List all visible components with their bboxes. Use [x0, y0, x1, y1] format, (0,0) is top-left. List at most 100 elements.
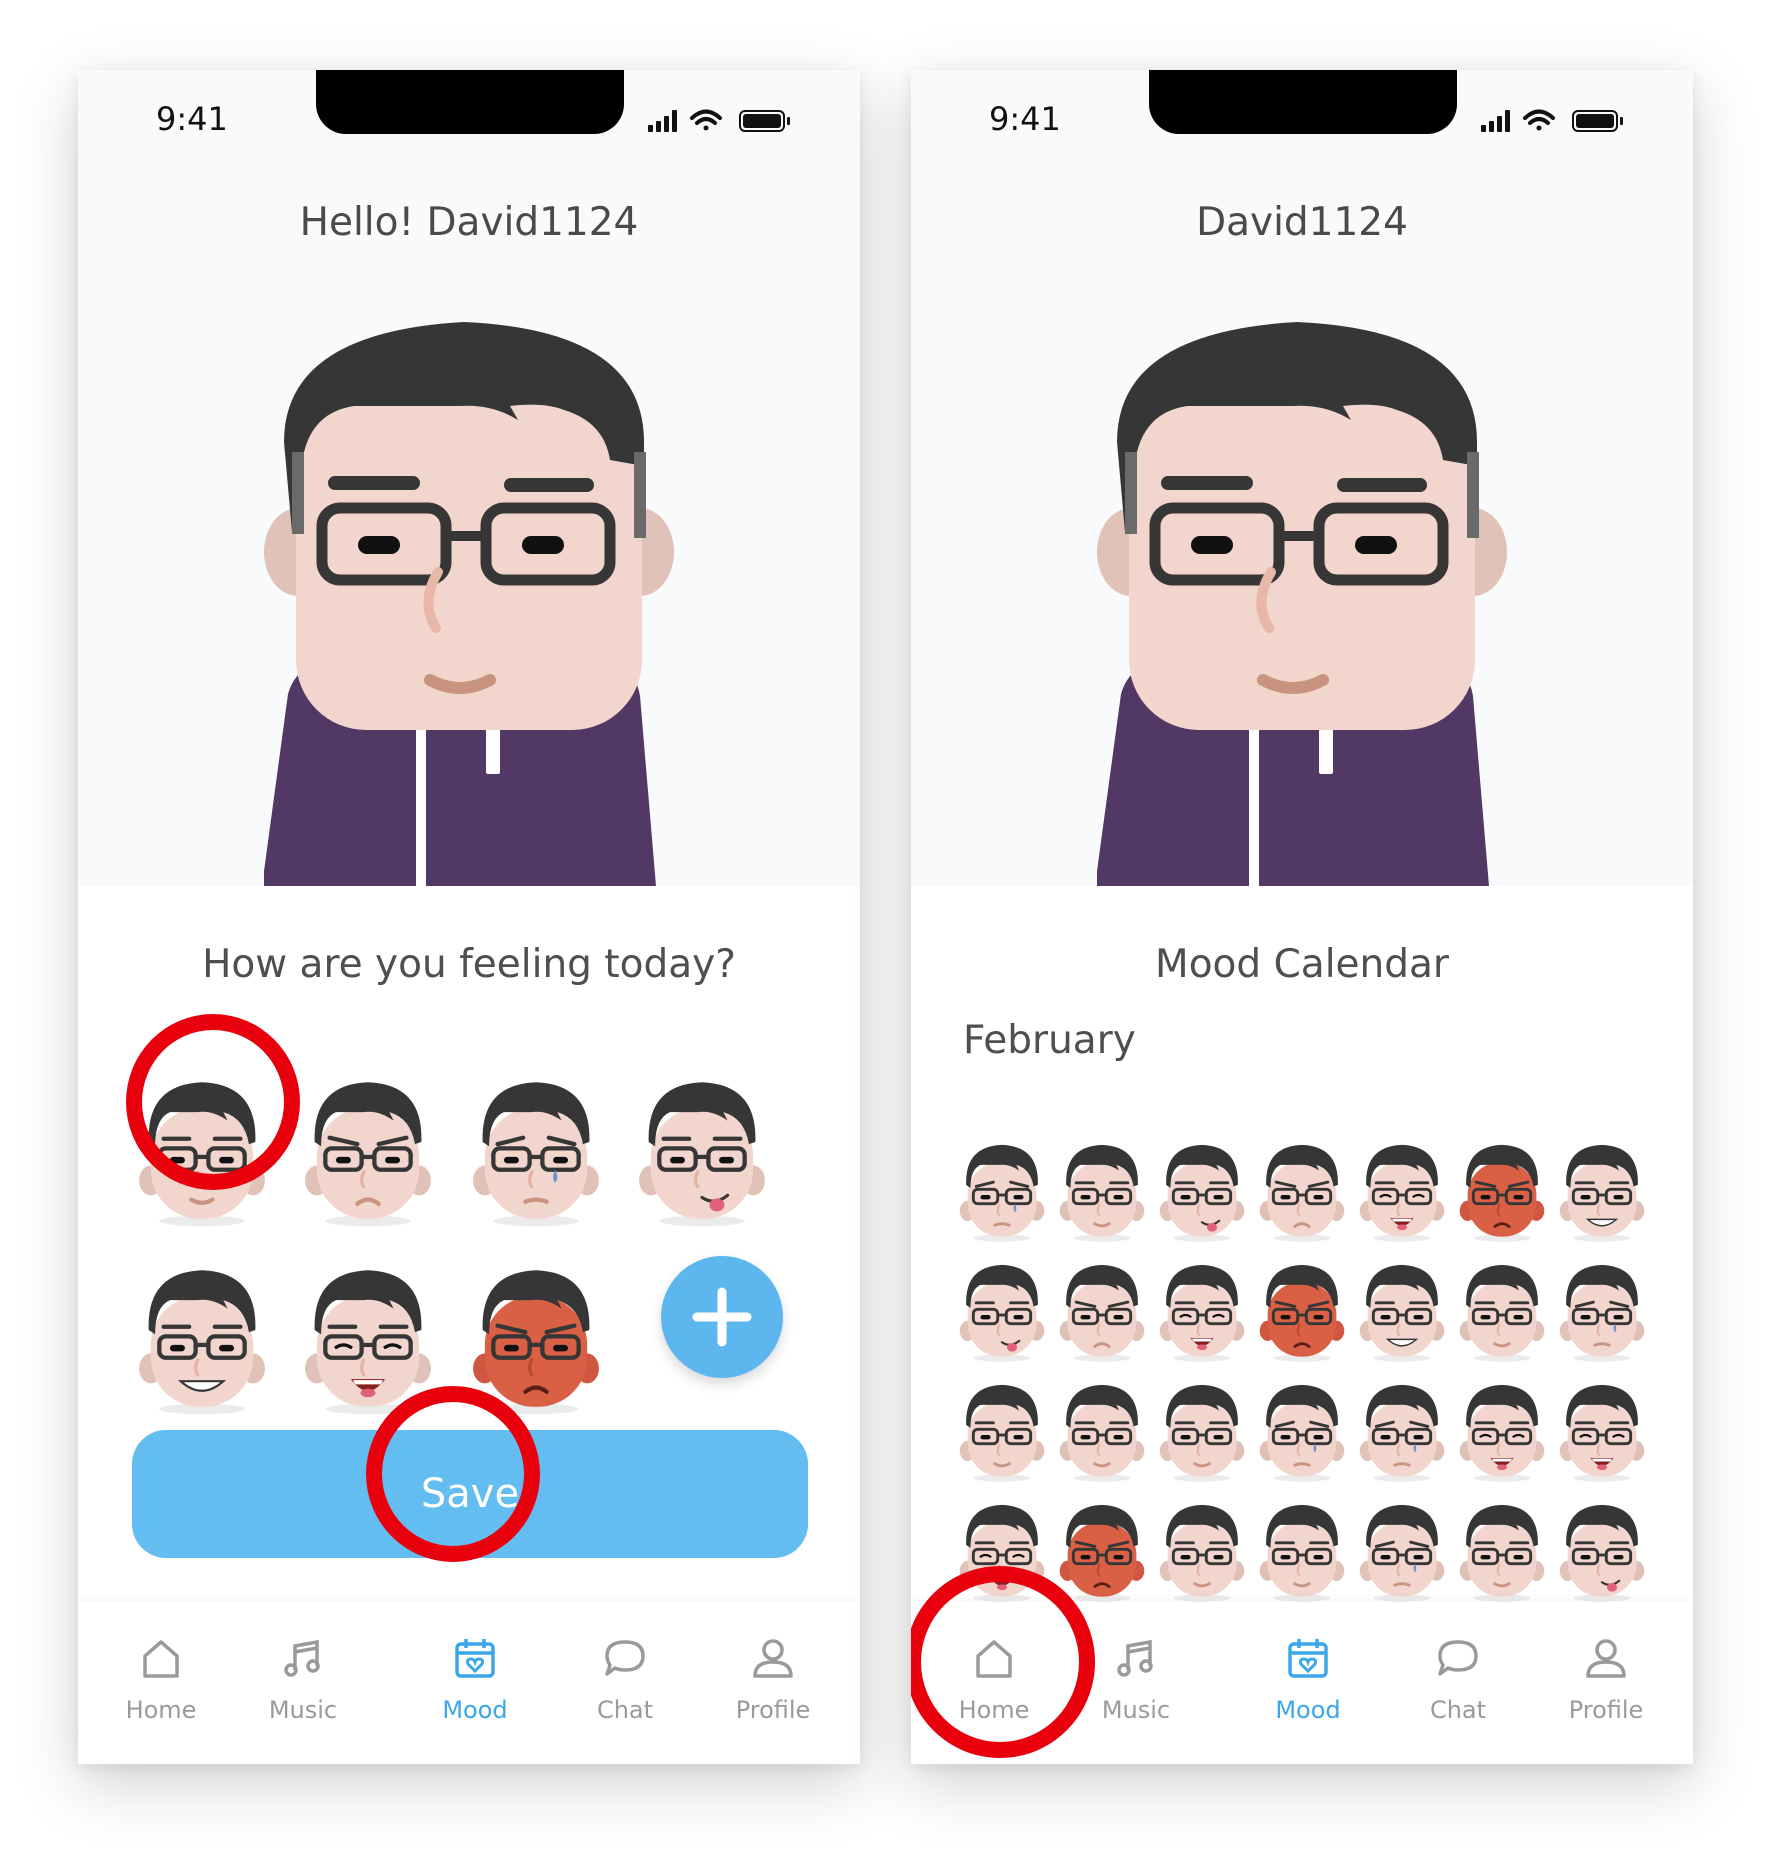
- mood-option-happy[interactable]: [138, 1266, 266, 1419]
- mood-option-annoyed[interactable]: [304, 1078, 432, 1231]
- calendar-day[interactable]: [1359, 1262, 1445, 1366]
- tab-music[interactable]: Music: [238, 1602, 368, 1764]
- calendar-day[interactable]: [1259, 1502, 1345, 1606]
- calendar-day[interactable]: [1059, 1262, 1145, 1366]
- sad-face-icon: [1359, 1384, 1445, 1482]
- calendar-day[interactable]: [1459, 1382, 1545, 1486]
- calm-face-icon: [1059, 1144, 1145, 1242]
- calendar-day[interactable]: [959, 1382, 1045, 1486]
- calendar-day[interactable]: [1159, 1262, 1245, 1366]
- tongue-face-icon: [1559, 1504, 1645, 1602]
- calendar-day[interactable]: [1459, 1502, 1545, 1606]
- angry-face-icon: [1259, 1264, 1345, 1362]
- calendar-title: Mood Calendar: [1155, 942, 1449, 987]
- music-icon: [284, 1639, 320, 1677]
- wifi-icon: [690, 109, 722, 131]
- annoyed-face-icon: [1259, 1144, 1345, 1242]
- calendar-day[interactable]: [1259, 1142, 1345, 1246]
- tab-bar: Home Music Mood Chat Profile: [78, 1602, 860, 1764]
- hero-area: 9:41 David1124: [911, 70, 1693, 886]
- signal-icon: [1481, 110, 1510, 132]
- tab-label: Chat: [596, 1696, 654, 1724]
- calm-face-icon: [1159, 1504, 1245, 1602]
- add-mood-button[interactable]: [661, 1256, 783, 1378]
- calendar-day[interactable]: [1459, 1142, 1545, 1246]
- chat-icon: [1438, 1640, 1478, 1676]
- tab-label: Profile: [1568, 1696, 1644, 1724]
- angry-face-icon: [1059, 1504, 1145, 1602]
- tab-label: Home: [125, 1696, 197, 1724]
- laugh-face-icon: [1459, 1384, 1545, 1482]
- plus-icon: [692, 1287, 752, 1347]
- notch: [1149, 70, 1457, 134]
- annoyed-face-icon: [1059, 1264, 1145, 1362]
- calendar-day[interactable]: [1059, 1382, 1145, 1486]
- tab-profile[interactable]: Profile: [1541, 1602, 1671, 1764]
- calendar-day[interactable]: [1359, 1382, 1445, 1486]
- page-title: Hello! David1124: [299, 200, 639, 245]
- annoyed-face-icon: [305, 1082, 431, 1227]
- calendar-heart-icon: [455, 1639, 495, 1678]
- calendar-day[interactable]: [1359, 1142, 1445, 1246]
- notch: [316, 70, 624, 134]
- tab-label: Music: [1101, 1696, 1171, 1724]
- smile-face-icon: [139, 1270, 265, 1415]
- angry-face-icon: [1459, 1144, 1545, 1242]
- calendar-day[interactable]: [1059, 1502, 1145, 1606]
- calendar-day[interactable]: [1559, 1382, 1645, 1486]
- tab-profile[interactable]: Profile: [708, 1602, 838, 1764]
- sad-face-icon: [959, 1144, 1045, 1242]
- laugh-face-icon: [1359, 1144, 1445, 1242]
- tab-label: Music: [268, 1696, 338, 1724]
- status-icons: [1481, 109, 1623, 132]
- tab-label: Mood: [1275, 1696, 1341, 1724]
- calendar-day[interactable]: [959, 1262, 1045, 1366]
- profile-icon: [1586, 1639, 1626, 1678]
- calendar-day[interactable]: [1259, 1262, 1345, 1366]
- chat-icon: [605, 1640, 645, 1676]
- calm-face-icon: [1059, 1384, 1145, 1482]
- smile-face-icon: [1359, 1264, 1445, 1362]
- calendar-day[interactable]: [1559, 1262, 1645, 1366]
- calendar-heart-icon: [1288, 1639, 1328, 1678]
- hero-area: 9:41 Hello! David1124: [78, 70, 860, 886]
- calm-face-icon: [1259, 1504, 1345, 1602]
- mood-option-playful[interactable]: [638, 1078, 766, 1231]
- tab-chat[interactable]: Chat: [1393, 1602, 1523, 1764]
- calendar-day[interactable]: [1059, 1142, 1145, 1246]
- tab-chat[interactable]: Chat: [560, 1602, 690, 1764]
- calendar-day[interactable]: [1159, 1382, 1245, 1486]
- home-icon: [143, 1640, 179, 1678]
- avatar-illustration: [1097, 322, 1507, 886]
- tongue-face-icon: [959, 1264, 1045, 1362]
- mood-option-sad[interactable]: [472, 1078, 600, 1231]
- laugh-face-icon: [1559, 1384, 1645, 1482]
- battery-icon: [739, 110, 790, 132]
- phone-screen-mood-entry: 9:41 Hello! David1124 How are you feelin…: [78, 70, 860, 1764]
- wifi-icon: [1523, 109, 1555, 131]
- annotation-circle-home-tab: [911, 1566, 1095, 1758]
- calm-face-icon: [1459, 1264, 1545, 1362]
- battery-icon: [1572, 110, 1623, 132]
- laugh-face-icon: [1159, 1264, 1245, 1362]
- annotation-circle-selected-mood: [126, 1014, 300, 1190]
- profile-icon: [753, 1639, 793, 1678]
- phone-screen-mood-calendar: 9:41 David1124 Mood Calendar February Ho…: [911, 70, 1693, 1764]
- calm-face-icon: [1459, 1504, 1545, 1602]
- tab-home[interactable]: Home: [96, 1602, 226, 1764]
- calm-face-icon: [1159, 1384, 1245, 1482]
- tab-label: Profile: [735, 1696, 811, 1724]
- calendar-day[interactable]: [1459, 1262, 1545, 1366]
- annotation-circle-save: [366, 1386, 540, 1562]
- tab-mood[interactable]: Mood: [1243, 1602, 1373, 1764]
- tab-label: Chat: [1429, 1696, 1487, 1724]
- calendar-day[interactable]: [1259, 1382, 1345, 1486]
- calendar-day[interactable]: [1159, 1502, 1245, 1606]
- tab-mood[interactable]: Mood: [410, 1602, 540, 1764]
- calendar-day[interactable]: [1359, 1502, 1445, 1606]
- calendar-day[interactable]: [1559, 1142, 1645, 1246]
- calendar-day[interactable]: [959, 1142, 1045, 1246]
- tongue-face-icon: [1159, 1144, 1245, 1242]
- calendar-day[interactable]: [1159, 1142, 1245, 1246]
- calendar-day[interactable]: [1559, 1502, 1645, 1606]
